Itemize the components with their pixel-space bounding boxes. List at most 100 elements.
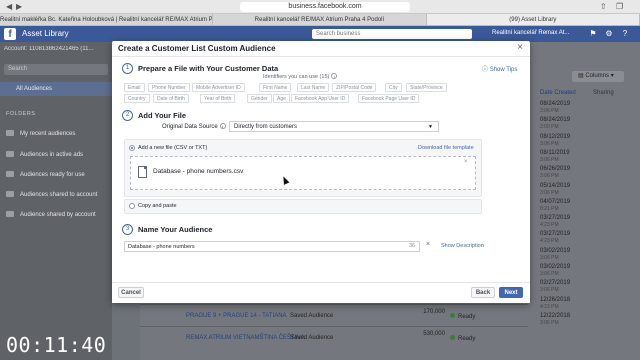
date-value: 03/27/2019 (540, 215, 571, 222)
browser-tabs: Realitní makléřka Bc. Kateřina Holoubkov… (0, 14, 640, 26)
identifier-chip: State/Province (406, 83, 447, 92)
account-selector[interactable]: Account: 110813862421465 (11... (4, 46, 112, 52)
date-cell: 03/02/2019 3:06 PM (540, 248, 570, 262)
identifier-chip: Date of Birth (153, 94, 189, 103)
sidebar-folder[interactable]: My recent audiences (6, 130, 75, 137)
tabs-icon[interactable]: ❐ (616, 2, 623, 11)
sidebar-folder[interactable]: Audiences ready for use (6, 171, 85, 178)
date-cell: 08/24/2019 3:06 PM (540, 101, 570, 115)
step-1-number: 1 (122, 63, 133, 74)
date-value: 03/02/2019 (540, 264, 571, 270)
business-search-input[interactable]: Search business (312, 29, 472, 39)
identifiers-caption: Identifiers you can use (15) i (263, 73, 338, 80)
folder-icon (6, 191, 14, 197)
show-tips-link[interactable]: ⓘ Show Tips (482, 64, 517, 73)
date-value: 03/02/2019 (540, 247, 571, 254)
time-value: 8:21 PM (540, 205, 559, 212)
sidebar-folder[interactable]: Audiences in active ads (6, 151, 83, 158)
add-file-radio[interactable] (129, 145, 135, 151)
custom-audience-dialog: Create a Customer List Custom Audience ×… (112, 41, 530, 303)
date-created-header[interactable]: Date Created (540, 90, 576, 96)
info-icon[interactable]: i (331, 73, 338, 79)
back-arrow-icon[interactable]: ◀ (6, 2, 12, 11)
chevron-down-icon: ▼ (428, 124, 433, 130)
audience-name-input[interactable]: Database - phone numbers (124, 241, 420, 252)
table-row[interactable]: PRAGUE 9 + PRAGUE 14 - TATIANA Saved Aud… (140, 304, 528, 326)
audience-search-input[interactable]: Search (4, 64, 108, 75)
folder-icon (6, 171, 14, 177)
gear-icon[interactable]: ⚙ (604, 29, 614, 39)
sidebar-folder[interactable]: Audience shared by account (6, 211, 96, 218)
facebook-logo[interactable]: f (4, 28, 16, 40)
download-template-link[interactable]: Download file template (418, 145, 474, 151)
time-value: 4:23 PM (540, 238, 559, 245)
close-icon[interactable]: × (517, 42, 523, 53)
identifier-chip: Gender (247, 94, 272, 103)
identifier-chip: Email (124, 83, 145, 92)
folder-icon (6, 211, 14, 217)
time-value: 3:06 PM (540, 173, 559, 180)
identifier-chip: City (385, 83, 402, 92)
time-value: 3:06 PM (540, 140, 559, 147)
identifier-chip: Age (273, 94, 290, 103)
video-timestamp: 00:11:40 (6, 333, 107, 357)
share-icon[interactable]: ⇧ (600, 2, 607, 11)
step-2-title: Add Your File (138, 111, 187, 120)
browser-tab-active[interactable]: (99) Asset Library (426, 14, 640, 25)
screen: ◀ ▶ business.facebook.com ⇧ ❐ Realitní m… (0, 0, 640, 360)
date-value: 06/26/2019 (540, 166, 571, 173)
browser-tab[interactable]: Realitní kancelář RE/MAX Atrium Praha 4 … (213, 14, 427, 25)
forward-arrow-icon[interactable]: ▶ (16, 2, 22, 11)
data-source-select[interactable]: Directly from customers ▼ (229, 121, 439, 132)
columns-button[interactable]: ▤ Columns ▾ (572, 71, 624, 82)
date-cell: 08/24/2019 2:00 PM (540, 117, 570, 131)
cancel-button[interactable]: Cancel (118, 287, 144, 298)
identifier-chip: First Name (259, 83, 292, 92)
copy-paste-option[interactable] (124, 199, 482, 214)
date-value: 08/24/2019 (540, 101, 571, 107)
name-char-count: 36 (409, 243, 416, 249)
date-value: 12/22/2018 (540, 312, 571, 319)
dialog-footer (112, 282, 530, 303)
date-value: 08/12/2019 (540, 133, 571, 140)
business-account-switcher[interactable]: Realitní kancelář Remax At... (492, 30, 569, 36)
date-cell: 06/26/2019 3:06 PM (540, 166, 570, 180)
identifier-chip: Country (124, 94, 150, 103)
time-value: 3:06 PM (540, 156, 559, 163)
sidebar-folder[interactable]: Audiences shared to account (6, 191, 97, 198)
date-value: 12/26/2018 (540, 296, 571, 303)
remove-file-icon[interactable]: × (464, 159, 468, 165)
sharing-header[interactable]: Sharing (593, 90, 614, 96)
tips-icon: ⓘ (482, 67, 489, 73)
info-icon[interactable]: i (219, 123, 226, 129)
time-value: 3:06 PM (540, 287, 559, 294)
table-row[interactable]: REMAX ATRIUM VIETNAMŠTINA ČEŠTINA Saved … (140, 326, 528, 348)
sidebar-item-all-audiences[interactable]: All Audiences (0, 82, 112, 96)
identifier-chip: Facebook Page User ID (358, 94, 420, 103)
notifications-icon[interactable]: ⚑ (588, 29, 598, 39)
fb-top-bar: f Asset Library Search business Realitní… (0, 26, 640, 42)
time-value: 3:06 PM (540, 271, 559, 277)
identifier-chip: Mobile Advertiser ID (192, 83, 245, 92)
date-value: 02/27/2019 (540, 280, 571, 287)
copy-paste-radio[interactable] (129, 203, 135, 209)
time-value: 3:06 PM (540, 254, 559, 261)
time-value: 3:06 PM (540, 108, 559, 114)
identifier-chip: ZIP/Postal Code (332, 83, 377, 92)
address-bar[interactable]: business.facebook.com (240, 2, 410, 12)
next-button[interactable]: Next (499, 287, 523, 298)
date-cell: 03/27/2019 4:23 PM (540, 215, 570, 229)
help-icon[interactable]: ? (620, 29, 630, 39)
show-description-link[interactable]: Show Description (441, 243, 484, 249)
clear-name-icon[interactable]: × (426, 241, 430, 248)
time-value: 2:00 PM (540, 124, 559, 131)
folders-heading: FOLDERS (6, 111, 36, 117)
time-value: 4:23 PM (540, 222, 559, 229)
date-value: 03/27/2019 (540, 231, 571, 238)
step-2-number: 2 (122, 110, 133, 121)
browser-tab[interactable]: Realitní makléřka Bc. Kateřina Holoubkov… (0, 14, 214, 25)
identifier-chip: Facebook App User ID (291, 94, 350, 103)
back-button[interactable]: Back (471, 287, 495, 298)
step-3-number: 3 (122, 224, 133, 235)
time-value: 3:06 PM (540, 319, 559, 326)
